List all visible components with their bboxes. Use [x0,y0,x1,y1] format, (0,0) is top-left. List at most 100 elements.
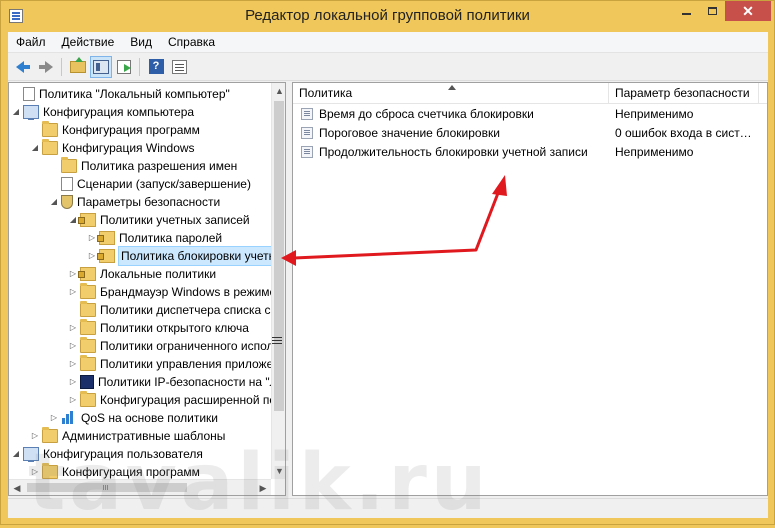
tree-node[interactable]: Политика разрешения имен [49,157,237,175]
computer-icon [23,105,39,120]
expanded-icon[interactable]: ◢ [68,211,78,229]
title-bar[interactable]: Редактор локальной групповой политики ✕ [1,1,774,31]
policy-name: Продолжительность блокировки учетной зап… [319,145,588,159]
expanded-icon[interactable]: ◢ [11,103,21,121]
no-expander [11,85,21,103]
tree-node-label: Политика блокировки учетных записей [118,246,271,266]
collapsed-icon[interactable]: ▷ [49,409,59,427]
tree-node[interactable]: Конфигурация программ [30,121,200,139]
minimize-button[interactable] [673,1,699,21]
tree-node[interactable]: ▷ Политика блокировки учетных записей [87,246,271,266]
export-list-button[interactable] [113,56,135,78]
menu-view[interactable]: Вид [122,32,160,52]
folder-icon [80,337,96,353]
maximize-button[interactable] [699,1,725,21]
tree-node[interactable]: ◢ Политики учетных записей [68,211,250,229]
tree-node[interactable]: ▷ Брандмауэр Windows в режиме повышенной … [68,283,271,301]
tree-node-label: Политики ограниченного использования про… [100,339,271,353]
no-expander [68,301,78,319]
tree-node[interactable]: ▷ Политики IP-безопасности на "Локальный … [68,373,271,391]
menu-file[interactable]: Файл [8,32,54,52]
tree-node-label: Локальные политики [100,267,217,281]
tree-node[interactable]: ▷ Политики ограниченного использования пр… [68,337,271,355]
tree-node[interactable]: ◢ Конфигурация компьютера [11,103,194,121]
lock-folder-icon [78,213,96,227]
properties-icon [171,59,187,74]
policy-row[interactable]: Продолжительность блокировки учетной зап… [293,143,767,162]
forward-button[interactable] [35,56,57,78]
tree-node-label: Политика "Локальный компьютер" [39,87,230,101]
tree-node-label: Политики учетных записей [100,213,250,227]
close-button[interactable]: ✕ [725,1,771,21]
menu-help[interactable]: Справка [160,32,223,52]
tree-node-label: Политика разрешения имен [81,159,238,173]
expanded-icon[interactable]: ◢ [30,139,40,157]
back-button[interactable] [12,56,34,78]
collapsed-icon[interactable]: ▷ [68,283,78,301]
folder-icon [42,121,58,137]
properties-button[interactable] [168,56,190,78]
tree-node[interactable]: ▷ Политика паролей [87,229,222,247]
tree-node-label: Брандмауэр Windows в режиме повышенной б… [100,285,271,299]
resize-grip-icon[interactable] [272,335,282,345]
tree-node-label: Политики управления приложениями [100,357,271,371]
tree-node[interactable]: Сценарии (запуск/завершение) [49,175,251,193]
minimize-icon [681,13,691,15]
lock-folder-icon [97,231,115,245]
no-expander [49,175,59,193]
collapsed-icon[interactable]: ▷ [87,247,97,265]
tree-node[interactable]: Политика "Локальный компьютер" [11,85,230,103]
sort-ascending-icon [448,85,456,90]
collapsed-icon[interactable]: ▷ [68,337,78,355]
no-expander [49,157,59,175]
tree-node-label: Конфигурация расширенной политики аудита [100,393,271,407]
up-level-button[interactable] [67,56,89,78]
policy-name: Время до сброса счетчика блокировки [319,107,534,121]
tree-vertical-scroll-thumb[interactable] [274,101,284,411]
tree-vertical-scrollbar[interactable]: ▲ ▼ [271,83,285,479]
help-icon: ? [148,59,164,74]
show-hide-tree-button[interactable] [90,55,112,78]
tree-node[interactable]: ▷ QoS на основе политики [49,409,218,427]
scroll-up-icon[interactable]: ▲ [272,83,285,99]
tree-node-label: Политики IP-безопасности на "Локальный к… [98,375,271,389]
console-tree: Политика "Локальный компьютер" ◢ Конфигура… [9,83,271,479]
no-expander [30,121,40,139]
help-button[interactable]: ? [145,56,167,78]
tree-node[interactable]: ◢ Параметры безопасности [49,193,220,211]
policy-row[interactable]: Пороговое значение блокировки 0 ошибок вх… [293,124,767,143]
window-title: Редактор локальной групповой политики [245,7,530,24]
tree-pane: Политика "Локальный компьютер" ◢ Конфигура… [8,82,286,496]
tree-node[interactable]: ▷ Конфигурация расширенной политики аудит… [68,391,271,409]
collapsed-icon[interactable]: ▷ [68,265,78,283]
tree-node[interactable]: ▷ Политики открытого ключа [68,319,249,337]
column-header-security-setting[interactable]: Параметр безопасности [609,83,759,103]
list-header: Политика Параметр безопасности [293,83,767,104]
maximize-icon [707,7,717,15]
tree-node[interactable]: ◢ Конфигурация Windows [30,139,195,157]
collapsed-icon[interactable]: ▷ [68,355,78,373]
expanded-icon[interactable]: ◢ [49,193,59,211]
expanded-icon[interactable]: ◢ [11,445,21,463]
bar-chart-icon [61,411,77,425]
document-icon [23,87,35,101]
watermark: tavalik.ru [28,438,491,528]
policy-value: 0 ошибок входа в систему [615,126,755,140]
scroll-left-icon[interactable]: ◀ [9,480,25,495]
back-arrow-icon [16,60,30,73]
collapsed-icon[interactable]: ▷ [68,319,78,337]
details-pane: Политика Параметр безопасности Время до … [292,82,768,496]
folder-icon [80,283,96,299]
collapsed-icon[interactable]: ▷ [68,373,78,391]
toolbar-separator [139,57,140,76]
document-icon [61,177,73,191]
tree-node[interactable]: Политики диспетчера списка сетей [68,301,271,319]
menu-action[interactable]: Действие [54,32,123,52]
tree-node[interactable]: ▷ Локальные политики [68,265,216,283]
tree-node[interactable]: ▷ Политики управления приложениями [68,355,271,373]
tree-node-label: Политики диспетчера списка сетей [100,303,271,317]
collapsed-icon[interactable]: ▷ [68,391,78,409]
lock-folder-icon [78,267,96,281]
policy-row[interactable]: Время до сброса счетчика блокировки Непри… [293,105,767,124]
collapsed-icon[interactable]: ▷ [87,229,97,247]
